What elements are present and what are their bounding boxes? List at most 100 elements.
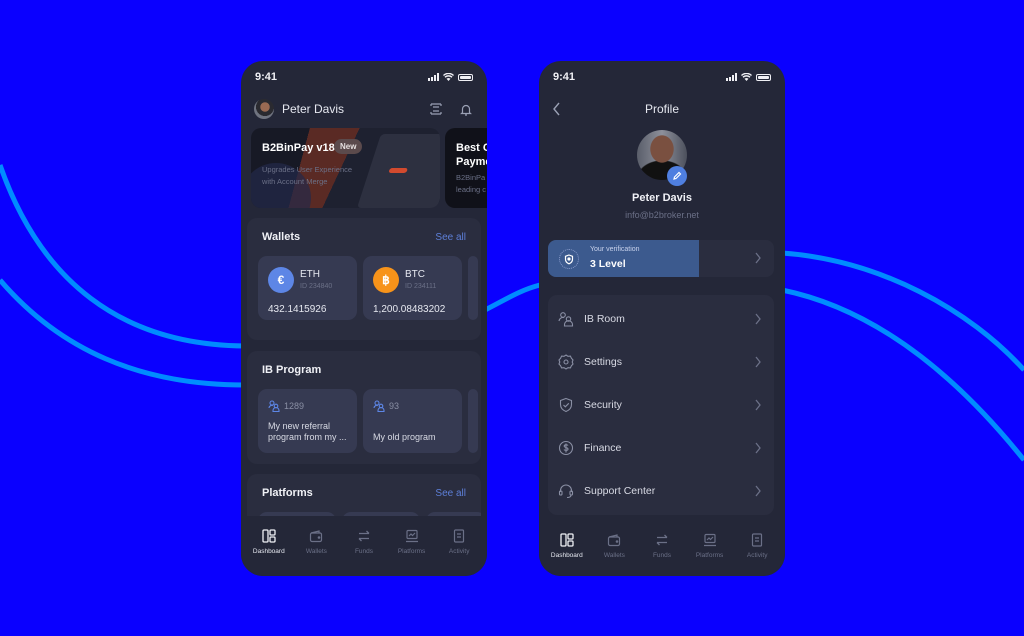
nav-label: Wallets [305, 548, 327, 555]
bitcoin-icon: ฿ [373, 267, 399, 293]
nav-funds[interactable]: Funds [638, 533, 686, 576]
bell-icon[interactable] [458, 101, 474, 117]
shield-icon [559, 249, 579, 269]
ib-program-card[interactable]: 1289 My new referral program from my ... [258, 389, 357, 453]
wallet-symbol: ETH [300, 269, 320, 280]
bottom-navigation: Dashboard Wallets Funds Platforms Activi… [241, 516, 487, 576]
verification-label: Your verification [590, 246, 640, 253]
scan-icon[interactable] [428, 101, 444, 117]
dashboard-icon [262, 529, 276, 543]
referral-users-icon [373, 400, 385, 412]
referral-count: 1289 [284, 401, 305, 411]
promo-banner[interactable]: B2BinPay v18 New Upgrades User Experienc… [251, 128, 440, 208]
banner-title: Best C Payme [456, 142, 487, 168]
platforms-icon [405, 529, 418, 543]
wallet-id: ID 234840 [300, 283, 333, 290]
nav-activity[interactable]: Activity [733, 533, 781, 576]
transfer-icon [656, 534, 668, 546]
see-all-platforms-link[interactable]: See all [435, 488, 466, 499]
background-curves [0, 164, 1024, 462]
menu-item-settings[interactable]: Settings [548, 340, 774, 383]
wallets-section: Wallets See all € ETH ID 234840 432.1415… [247, 218, 481, 340]
promo-banner[interactable]: Best C Payme B2BinPa leading c [445, 128, 487, 208]
program-name: My new referral program from my ... [268, 421, 347, 442]
referral-count: 93 [389, 401, 400, 411]
status-time: 9:41 [255, 71, 278, 83]
ib-program-card[interactable]: 93 My old program [363, 389, 462, 453]
profile-name: Peter Davis [632, 192, 692, 204]
wallet-card[interactable]: ฿ BTC ID 234111 1,200.08483202 [363, 256, 462, 320]
profile-email: info@b2broker.net [625, 210, 699, 220]
dashboard-icon [560, 533, 574, 547]
wallet-card[interactable]: € ETH ID 234840 432.1415926 [258, 256, 357, 320]
transfer-icon [358, 530, 370, 542]
nav-platforms[interactable]: Platforms [686, 533, 734, 576]
ib-room-icon [558, 312, 574, 327]
pencil-icon [673, 171, 682, 180]
battery-icon [756, 73, 771, 81]
new-badge: New [334, 139, 363, 154]
chevron-right-icon [755, 252, 761, 264]
menu-item-support-center[interactable]: Support Center [548, 469, 774, 512]
profile-menu: IB Room Settings Security Finance Suppor… [548, 295, 774, 515]
curve-middle [483, 282, 541, 313]
platforms-icon [703, 533, 716, 547]
wallet-symbol: BTC [405, 269, 425, 280]
referral-users-icon [268, 400, 280, 412]
finance-dollar-icon [558, 440, 574, 456]
status-time: 9:41 [553, 71, 576, 83]
chevron-right-icon [755, 485, 761, 497]
banner-description: Upgrades User Experience with Account Me… [262, 165, 353, 186]
wifi-icon [741, 73, 752, 81]
nav-wallets[interactable]: Wallets [293, 529, 341, 576]
chevron-right-icon [755, 399, 761, 411]
wallet-card-partial[interactable] [468, 256, 478, 320]
ethereum-icon: € [268, 267, 294, 293]
program-name: My old program [373, 432, 436, 442]
security-shield-icon [559, 397, 573, 413]
menu-label: Support Center [584, 485, 656, 497]
verification-level-card[interactable]: Your verification 3 Level [548, 240, 774, 277]
nav-dashboard[interactable]: Dashboard [245, 529, 293, 576]
nav-label: Platforms [695, 552, 724, 559]
chevron-right-icon [755, 313, 761, 325]
ib-program-card-partial[interactable] [468, 389, 478, 453]
menu-item-ib-room[interactable]: IB Room [548, 297, 774, 340]
wallet-icon [310, 530, 323, 543]
wallet-id: ID 234111 [405, 283, 437, 290]
user-avatar[interactable] [254, 99, 274, 119]
nav-label: Activity [746, 552, 768, 559]
section-title: Platforms [262, 487, 313, 499]
nav-label: Wallets [603, 552, 625, 559]
headset-icon [558, 484, 574, 499]
banner-description: B2BinPa leading c [456, 173, 487, 194]
profile-phone-screen: 9:41 Profile Peter Davis info@b2broker.n… [539, 61, 785, 576]
nav-wallets[interactable]: Wallets [591, 533, 639, 576]
nav-funds[interactable]: Funds [340, 529, 388, 576]
menu-label: Finance [584, 442, 622, 454]
activity-icon [454, 529, 465, 543]
nav-platforms[interactable]: Platforms [388, 529, 436, 576]
nav-dashboard[interactable]: Dashboard [543, 533, 591, 576]
curve-left-lower [0, 278, 246, 388]
menu-item-finance[interactable]: Finance [548, 426, 774, 469]
cellular-signal-icon [428, 73, 439, 81]
bottom-navigation: Dashboard Wallets Funds Platforms Activi… [539, 516, 785, 576]
nav-activity[interactable]: Activity [435, 529, 483, 576]
section-title: Wallets [262, 231, 301, 243]
nav-label: Activity [448, 548, 470, 555]
promo-banner-carousel[interactable]: B2BinPay v18 New Upgrades User Experienc… [251, 128, 487, 208]
user-name[interactable]: Peter Davis [282, 102, 414, 116]
curve-right-upper [781, 250, 1024, 372]
section-title: IB Program [262, 364, 322, 376]
wallet-icon [608, 534, 621, 547]
chevron-right-icon [755, 442, 761, 454]
nav-label: Dashboard [550, 552, 583, 559]
nav-label: Platforms [397, 548, 426, 555]
ib-program-section: IB Program 1289 My new referral program … [247, 351, 481, 464]
see-all-wallets-link[interactable]: See all [435, 232, 466, 243]
menu-label: Security [584, 399, 622, 411]
edit-avatar-button[interactable] [667, 166, 687, 186]
menu-item-security[interactable]: Security [548, 383, 774, 426]
status-bar: 9:41 [255, 71, 473, 83]
